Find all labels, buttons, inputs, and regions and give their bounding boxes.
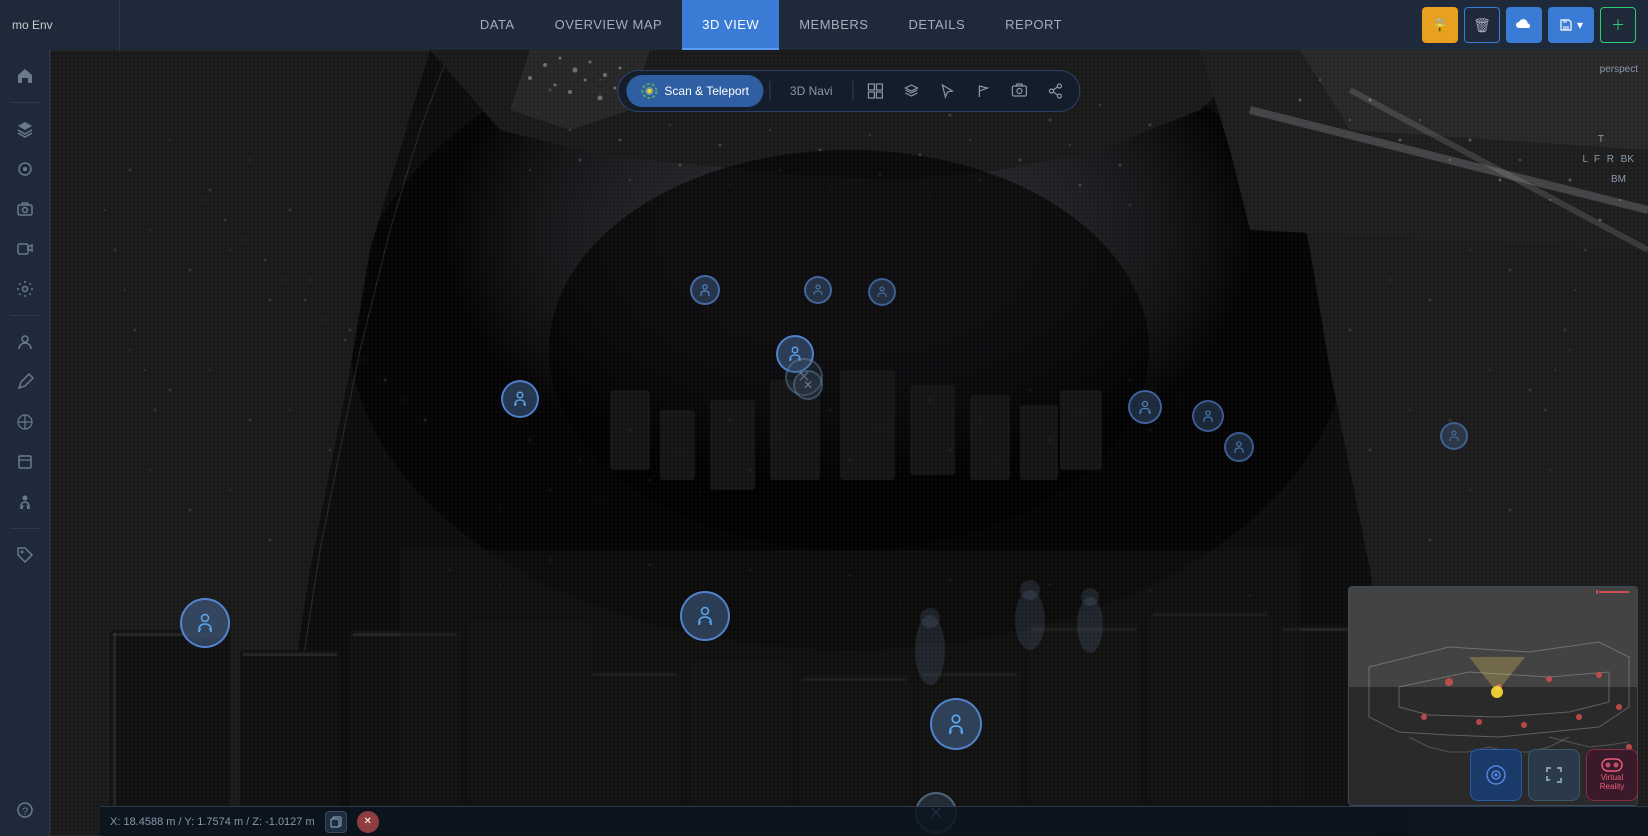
close-status-button[interactable]: ✕: [357, 811, 379, 833]
view-label-F: F: [1594, 154, 1600, 165]
teleport-point-12[interactable]: [1440, 422, 1478, 460]
teleport-point-9[interactable]: [1128, 390, 1166, 428]
3d-navi-button[interactable]: 3D Navi: [776, 75, 847, 107]
sidebar-icon-user[interactable]: [7, 324, 43, 360]
teleport-point-6[interactable]: [804, 276, 842, 314]
view-label-BK: BK: [1621, 154, 1634, 165]
sidebar-icon-settings[interactable]: [7, 271, 43, 307]
teleport-point-11[interactable]: [1224, 432, 1262, 470]
svg-text:?: ?: [22, 806, 28, 818]
top-nav: mo Env DATA OVERVIEW MAP 3D VIEW MEMBERS…: [0, 0, 1648, 50]
add-button[interactable]: ＋: [1600, 7, 1636, 43]
scan-teleport-label: Scan & Teleport: [664, 84, 749, 98]
cloud-button[interactable]: [1506, 7, 1542, 43]
delete-button[interactable]: 🗑: [1464, 7, 1500, 43]
app-logo: mo Env: [0, 0, 120, 50]
cross-marker-2[interactable]: ✕: [793, 370, 831, 408]
tab-overview-map[interactable]: OVERVIEW MAP: [535, 0, 683, 50]
sidebar-icon-home[interactable]: [7, 58, 43, 94]
tab-report[interactable]: REPORT: [985, 0, 1082, 50]
grid-button[interactable]: [860, 75, 892, 107]
view-label-BM: BM: [1611, 174, 1626, 185]
lock-button[interactable]: 🔒: [1422, 7, 1458, 43]
tab-members[interactable]: MEMBERS: [779, 0, 888, 50]
save-button[interactable]: ▾: [1548, 7, 1594, 43]
sidebar-divider-1: [10, 102, 40, 103]
sidebar-icon-help[interactable]: ?: [7, 792, 43, 828]
vr-label: VirtualReality: [1600, 774, 1624, 792]
sidebar-divider-3: [10, 528, 40, 529]
tab-3d-view[interactable]: 3D VIEW: [682, 0, 779, 50]
sidebar-icon-layers[interactable]: [7, 111, 43, 147]
main-3d-view[interactable]: Scan & Teleport 3D Navi perspect T: [50, 50, 1648, 836]
sidebar-icon-export[interactable]: [7, 444, 43, 480]
perspective-label: perspect: [1600, 64, 1638, 75]
left-sidebar: ?: [0, 50, 50, 836]
flag-button[interactable]: [968, 75, 1000, 107]
tab-data[interactable]: DATA: [460, 0, 535, 50]
share-button[interactable]: [1040, 75, 1072, 107]
nav-tabs: DATA OVERVIEW MAP 3D VIEW MEMBERS DETAIL…: [120, 0, 1422, 50]
teleport-point-3[interactable]: [501, 380, 539, 418]
scan-teleport-button[interactable]: Scan & Teleport: [626, 75, 763, 107]
sidebar-icon-person[interactable]: [7, 484, 43, 520]
sidebar-divider-2: [10, 315, 40, 316]
toolbar-divider-1: [769, 81, 770, 101]
app-name: mo Env: [12, 18, 53, 32]
copy-coordinates-button[interactable]: [325, 811, 347, 833]
sidebar-icon-tag[interactable]: [7, 537, 43, 573]
view-label-T: T: [1598, 134, 1604, 145]
sidebar-icon-location[interactable]: [7, 151, 43, 187]
view-label-R: R: [1607, 154, 1614, 165]
toolbar-divider-2: [853, 81, 854, 101]
layers-button[interactable]: [896, 75, 928, 107]
vr-button[interactable]: VirtualReality: [1586, 749, 1638, 801]
bottom-action-buttons: VirtualReality: [1470, 749, 1638, 801]
nav-actions: 🔒 🗑 ▾ ＋: [1422, 7, 1648, 43]
status-bar: X: 18.4588 m / Y: 1.7574 m / Z: -1.0127 …: [100, 806, 1648, 836]
teleport-point-5[interactable]: [690, 275, 728, 313]
sidebar-icon-pen[interactable]: [7, 364, 43, 400]
sidebar-icon-transform[interactable]: [7, 404, 43, 440]
toolbar: Scan & Teleport 3D Navi: [617, 70, 1080, 112]
teleport-point-2[interactable]: [680, 591, 718, 629]
teleport-point-7[interactable]: [868, 278, 906, 316]
teleport-point-1[interactable]: [180, 598, 218, 636]
sidebar-icon-video[interactable]: [7, 231, 43, 267]
teleport-point-14[interactable]: [930, 698, 968, 736]
view-label-L: L: [1582, 154, 1588, 165]
3d-navi-label: 3D Navi: [790, 84, 833, 98]
minimap-toggle-button[interactable]: [1470, 749, 1522, 801]
cursor-button[interactable]: [932, 75, 964, 107]
coordinates-text: X: 18.4588 m / Y: 1.7574 m / Z: -1.0127 …: [110, 816, 315, 828]
screenshot-button[interactable]: [1004, 75, 1036, 107]
sidebar-icon-camera[interactable]: [7, 191, 43, 227]
fullscreen-button[interactable]: [1528, 749, 1580, 801]
tab-details[interactable]: DETAILS: [888, 0, 985, 50]
